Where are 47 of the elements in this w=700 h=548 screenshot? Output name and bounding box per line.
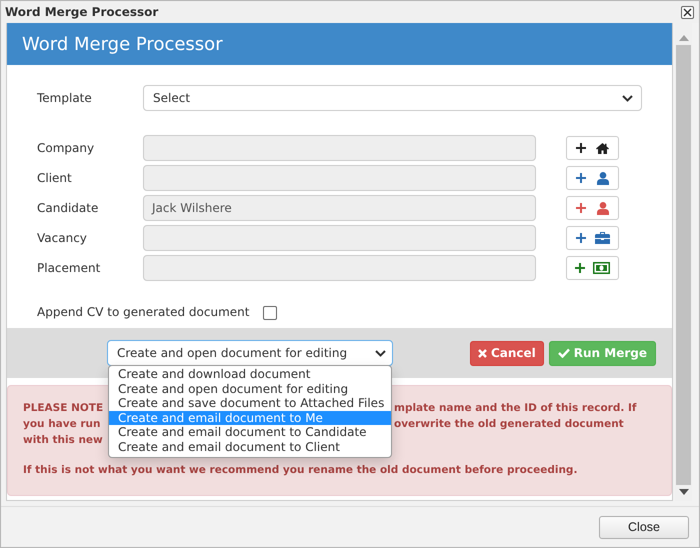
warning-text: overwrite the old generated document <box>394 417 624 432</box>
plus-icon <box>575 263 585 273</box>
template-select[interactable]: Select <box>143 85 642 111</box>
dropdown-option[interactable]: Create and save document to Attached Files <box>109 396 391 410</box>
plus-icon <box>576 143 586 153</box>
field-label: Vacancy <box>37 231 88 245</box>
field-label: Template <box>37 91 93 105</box>
money-icon <box>593 262 610 274</box>
chevron-icon <box>375 350 386 356</box>
warning-text: If this is not what you want we recommend you rename the old document before proceeding. <box>23 464 578 476</box>
checkbox[interactable] <box>263 306 278 320</box>
plus-icon <box>576 203 586 213</box>
cancel-button[interactable]: Cancel <box>470 340 544 366</box>
action-select[interactable]: Create and open document for editing <box>107 340 393 366</box>
dropdown-option[interactable]: Create and email document to Candidate <box>109 425 391 440</box>
warning-text: you have run <box>23 417 100 432</box>
window-title: Word Merge Processor <box>5 5 158 19</box>
field-label: Company <box>37 141 96 155</box>
close-icon[interactable] <box>681 6 694 18</box>
dropdown-option[interactable]: Create and download document <box>109 367 391 382</box>
user-icon <box>596 202 609 214</box>
warning-text: with this new <box>23 433 103 448</box>
dialog-header: Word Merge Processor <box>7 23 672 65</box>
input-field[interactable]: Jack Wilshere <box>143 195 536 221</box>
close-icon <box>478 348 487 358</box>
user-icon <box>596 172 609 184</box>
field-label: Placement <box>37 261 102 275</box>
warning-text: mplate name and the ID of this record. If <box>394 401 636 416</box>
checkbox-label: Append CV to generated document <box>37 304 250 318</box>
dropdown-option[interactable]: Create and email document to Client <box>109 440 391 454</box>
home-icon <box>596 142 609 154</box>
input-field[interactable] <box>143 135 536 161</box>
warning-text: PLEASE NOTE <box>23 401 104 416</box>
dropdown-option[interactable]: Create and open document for editing <box>109 382 391 396</box>
briefcase-icon <box>594 232 610 244</box>
plus-icon <box>576 233 586 243</box>
input-field[interactable] <box>143 165 536 191</box>
field-label: Client <box>37 171 73 185</box>
plus-icon <box>576 173 586 183</box>
scroll-down-icon[interactable] <box>678 489 688 495</box>
chevron-icon <box>622 94 633 102</box>
check-icon <box>558 348 570 358</box>
input-field[interactable] <box>143 225 536 251</box>
close-button[interactable]: Close <box>599 516 689 538</box>
add-button[interactable] <box>566 136 619 160</box>
field-label: Candidate <box>37 201 100 215</box>
input-field[interactable] <box>143 255 536 281</box>
